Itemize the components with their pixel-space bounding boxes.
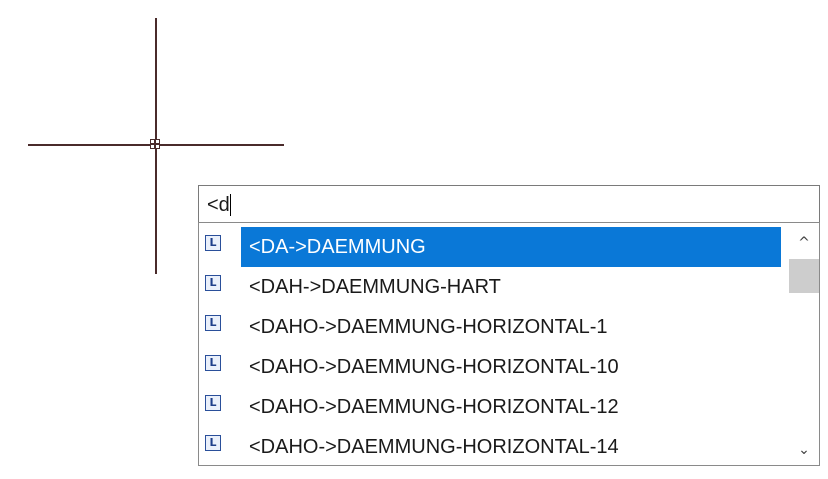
layer-icon: L — [205, 395, 221, 411]
scroll-thumb[interactable] — [789, 259, 819, 293]
layer-icon: L — [205, 235, 221, 251]
layer-icon: L — [205, 355, 221, 371]
layer-icon: L — [205, 315, 221, 331]
autocomplete-item-label: <DAHO->DAEMMUNG-HORIZONTAL-1 — [249, 316, 608, 338]
autocomplete-item-label: <DAHO->DAEMMUNG-HORIZONTAL-10 — [249, 356, 619, 378]
autocomplete-item-label: <DAHO->DAEMMUNG-HORIZONTAL-14 — [249, 436, 619, 458]
dynamic-input-text: <d — [207, 194, 231, 216]
autocomplete-item[interactable]: L <DAH->DAEMMUNG-HART — [199, 267, 789, 307]
autocomplete-item[interactable]: L <DAHO->DAEMMUNG-HORIZONTAL-14 — [199, 427, 789, 465]
autocomplete-item[interactable]: L <DA->DAEMMUNG — [199, 227, 789, 267]
dynamic-input-field[interactable]: <d — [198, 185, 820, 223]
autocomplete-item[interactable]: L <DAHO->DAEMMUNG-HORIZONTAL-1 — [199, 307, 789, 347]
autocomplete-item-label: <DAH->DAEMMUNG-HART — [249, 276, 501, 298]
scroll-up-arrow-icon[interactable]: ^ — [789, 228, 819, 258]
layer-icon: L — [205, 435, 221, 451]
autocomplete-item[interactable]: L <DAHO->DAEMMUNG-HORIZONTAL-10 — [199, 347, 789, 387]
pickbox-cursor-icon — [150, 139, 160, 149]
vertical-scrollbar[interactable]: ^ ⌄ — [789, 223, 819, 465]
autocomplete-item-label: <DAHO->DAEMMUNG-HORIZONTAL-12 — [249, 396, 619, 418]
autocomplete-item-label: <DA->DAEMMUNG — [241, 227, 781, 267]
scroll-down-arrow-icon[interactable]: ⌄ — [789, 435, 819, 465]
autocomplete-item[interactable]: L <DAHO->DAEMMUNG-HORIZONTAL-12 — [199, 387, 789, 427]
text-caret — [229, 194, 231, 216]
autocomplete-list[interactable]: L <DA->DAEMMUNG L <DAH->DAEMMUNG-HART L … — [198, 222, 820, 466]
layer-icon: L — [205, 275, 221, 291]
drawing-canvas[interactable]: <d L <DA->DAEMMUNG L <DAH->DAEMMUNG-HART… — [0, 0, 828, 479]
